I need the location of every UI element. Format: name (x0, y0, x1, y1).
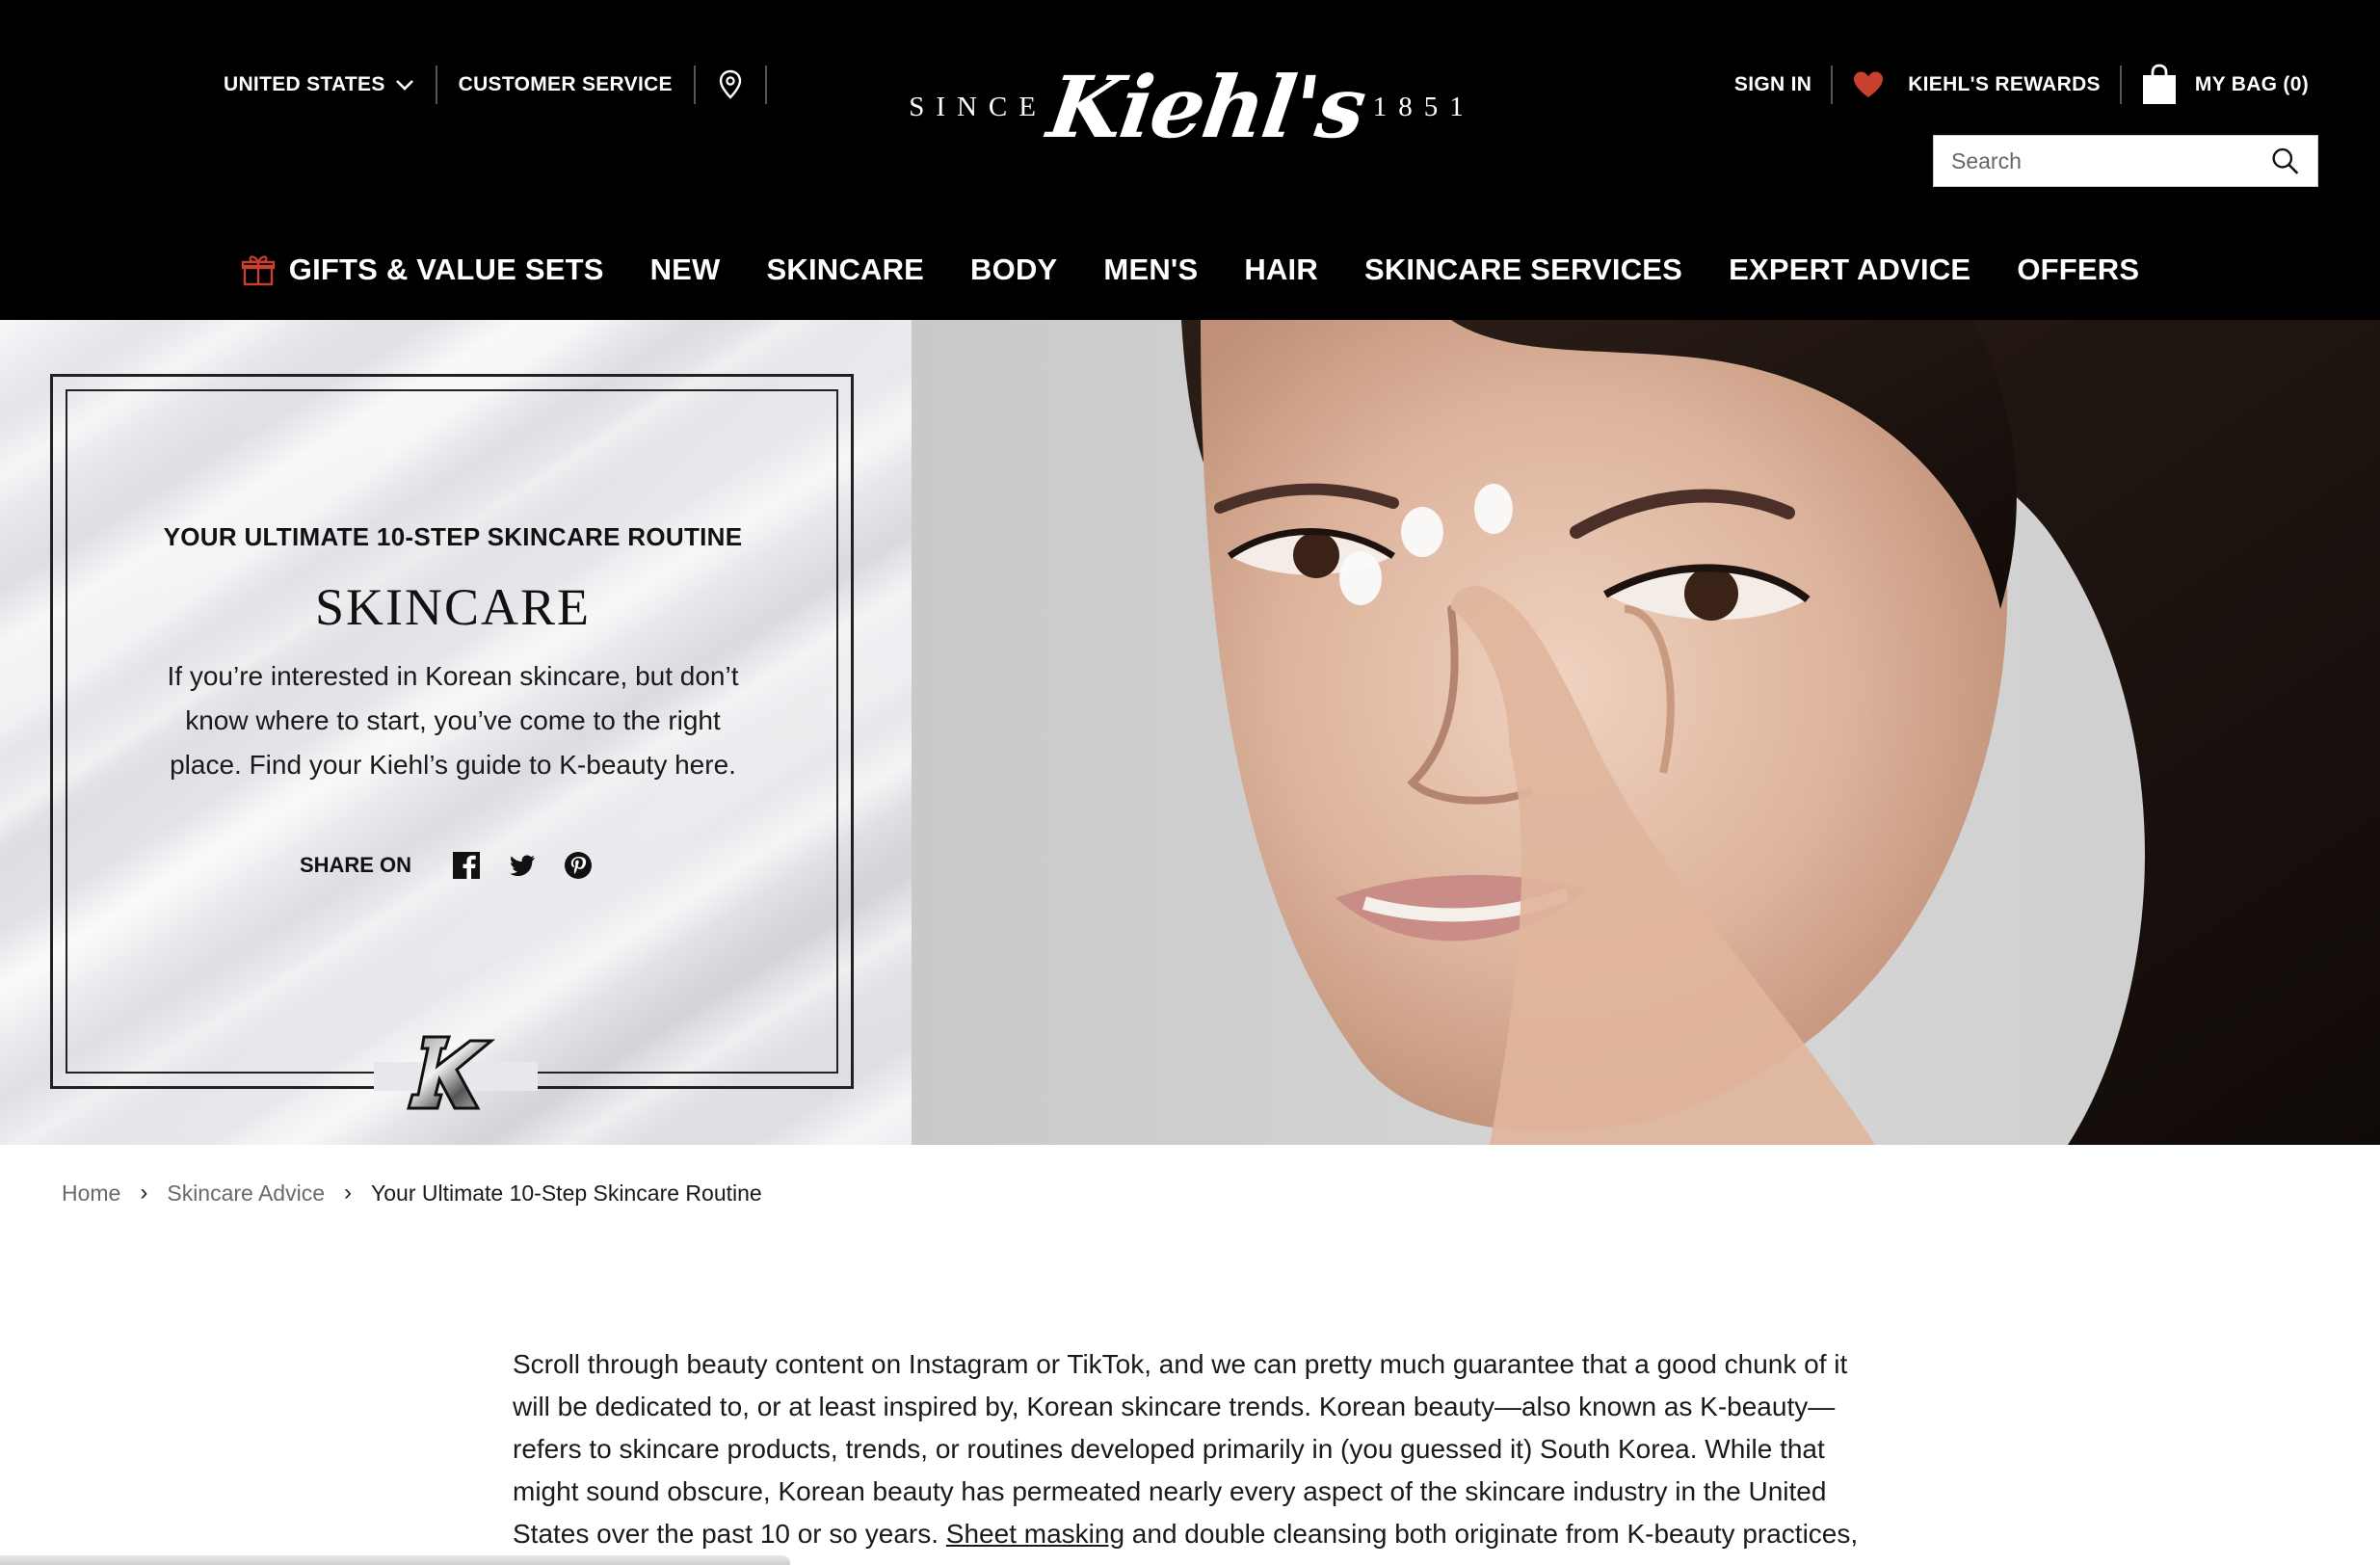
breadcrumb-separator: › (140, 1180, 148, 1206)
article-body: Scroll through beauty content on Instagr… (513, 1343, 1881, 1555)
country-selector[interactable]: UNITED STATES (224, 73, 414, 96)
utility-nav-right: SIGN IN KIEHL'S REWARDS MY BAG (0) (1734, 58, 2309, 112)
hero-kicker: YOUR ULTIMATE 10-STEP SKINCARE ROUTINE (163, 522, 743, 551)
bottom-overlay-edge (0, 1555, 790, 1565)
nav-skincare[interactable]: SKINCARE (767, 252, 925, 287)
rewards-link[interactable]: KIEHL'S REWARDS (1852, 70, 2101, 99)
share-bar: SHARE ON (125, 851, 780, 880)
search-bar (1933, 135, 2318, 187)
bag-label: MY BAG (0) (2194, 73, 2309, 95)
map-pin-icon (719, 69, 742, 99)
hero-title: SKINCARE (314, 578, 592, 636)
model-portrait-illustration (912, 320, 2380, 1145)
nav-expert-advice[interactable]: EXPERT ADVICE (1729, 252, 1970, 287)
search-input[interactable] (1951, 147, 2270, 174)
gift-icon (241, 255, 275, 286)
pinterest-icon[interactable] (564, 851, 593, 880)
divider (435, 66, 437, 104)
paragraph-text: and double cleansing both originate from… (1124, 1519, 1859, 1549)
article-paragraph: Scroll through beauty content on Instagr… (513, 1343, 1881, 1555)
chevron-down-icon (395, 80, 413, 91)
main-nav: GIFTS & VALUE SETS NEW SKINCARE BODY MEN… (0, 241, 2380, 299)
customer-service-link[interactable]: CUSTOMER SERVICE (459, 73, 673, 96)
rewards-label: KIEHL'S REWARDS (1908, 73, 2101, 95)
twitter-icon[interactable] (508, 851, 537, 880)
nav-body[interactable]: BODY (970, 252, 1057, 287)
facebook-icon[interactable] (452, 851, 481, 880)
logo-brand: Kiehl's (1042, 57, 1371, 157)
breadcrumb-home[interactable]: Home (62, 1180, 120, 1207)
country-label: UNITED STATES (224, 73, 385, 95)
divider (2119, 66, 2122, 104)
hero-description: If you’re interested in Korean skincare,… (167, 661, 739, 780)
breadcrumb: Home › Skincare Advice › Your Ultimate 1… (62, 1180, 762, 1207)
logo-since: SINCE (909, 91, 1047, 122)
divider (764, 66, 767, 104)
search-icon[interactable] (2270, 145, 2300, 177)
nav-new[interactable]: NEW (650, 252, 721, 287)
breadcrumb-separator: › (344, 1180, 352, 1206)
site-header: UNITED STATES CUSTOMER SERVICE SINCE Kie… (0, 0, 2380, 320)
nav-mens[interactable]: MEN'S (1103, 252, 1198, 287)
sign-in-link[interactable]: SIGN IN (1734, 73, 1811, 96)
breadcrumb-skincare-advice[interactable]: Skincare Advice (167, 1180, 325, 1207)
divider (1831, 66, 1834, 104)
nav-offers[interactable]: OFFERS (2017, 252, 2139, 287)
hero-text-panel: YOUR ULTIMATE 10-STEP SKINCARE ROUTINE S… (0, 320, 912, 1145)
hero-card: YOUR ULTIMATE 10-STEP SKINCARE ROUTINE S… (125, 522, 780, 880)
store-locator-button[interactable] (717, 69, 744, 100)
nav-label: GIFTS & VALUE SETS (288, 252, 604, 286)
kiehls-logo[interactable]: SINCE Kiehl's 1851 (909, 50, 1464, 164)
nav-gifts-value-sets[interactable]: GIFTS & VALUE SETS (241, 252, 604, 287)
k-emblem-icon (407, 1035, 496, 1110)
nav-skincare-services[interactable]: SKINCARE SERVICES (1364, 252, 1682, 287)
heart-icon (1854, 71, 1884, 97)
hero-banner: YOUR ULTIMATE 10-STEP SKINCARE ROUTINE S… (0, 320, 2380, 1145)
share-label: SHARE ON (299, 853, 412, 877)
breadcrumb-current: Your Ultimate 10-Step Skincare Routine (371, 1180, 762, 1206)
logo-year: 1851 (1372, 91, 1475, 122)
utility-nav-left: UNITED STATES CUSTOMER SERVICE (224, 64, 788, 106)
sheet-masking-link[interactable]: Sheet masking (946, 1519, 1124, 1549)
my-bag-link[interactable]: MY BAG (0) (2141, 64, 2309, 106)
shopping-bag-icon (2142, 64, 2176, 104)
nav-hair[interactable]: HAIR (1244, 252, 1318, 287)
divider (693, 66, 696, 104)
hero-model-image (912, 320, 2380, 1145)
